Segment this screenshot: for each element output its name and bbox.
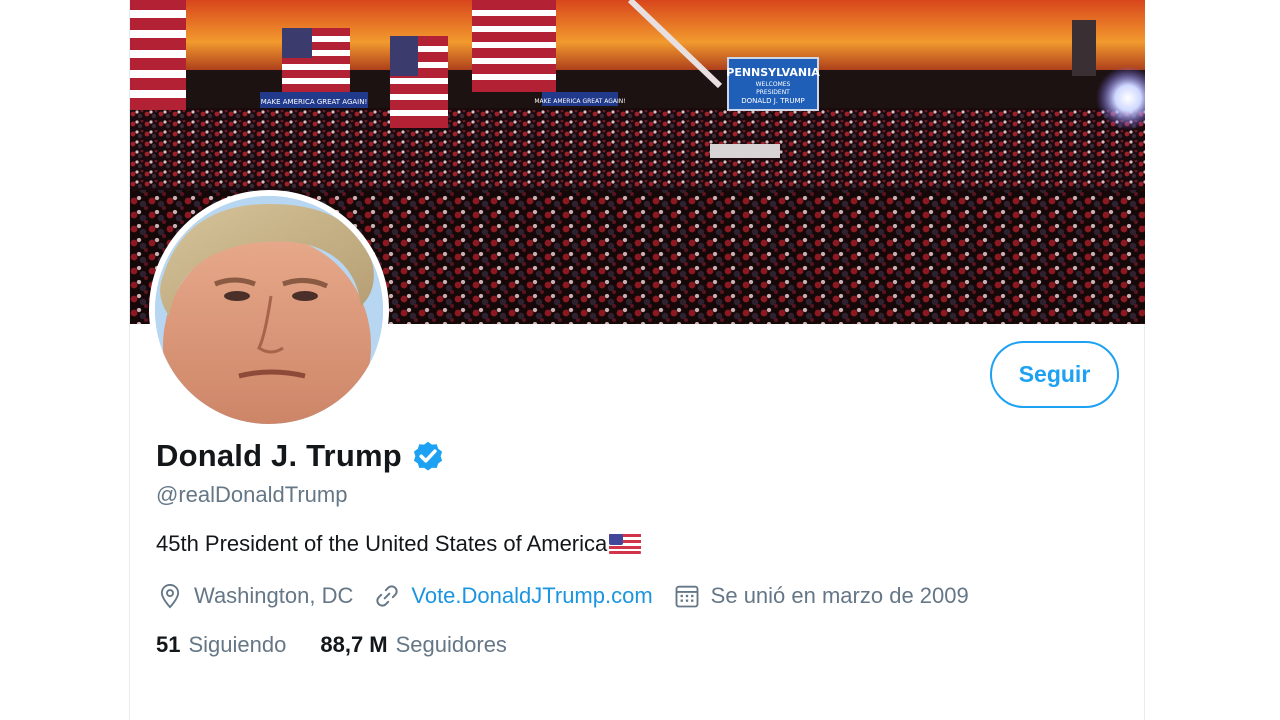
- calendar-icon: [675, 585, 699, 608]
- follow-button[interactable]: Seguir: [990, 341, 1119, 408]
- profile-name: Donald J. Trump: [156, 438, 402, 473]
- us-flag-icon: [609, 534, 642, 554]
- profile-name-row: Donald J. Trump: [156, 438, 446, 474]
- joined-item: Se unió en marzo de 2009: [673, 582, 969, 610]
- followers-stat[interactable]: 88,7 M Seguidores: [320, 632, 507, 658]
- jumbotron-line3: PRESIDENT: [756, 89, 790, 96]
- followers-count: 88,7 M: [320, 632, 388, 657]
- profile-meta: Washington, DC Vote.DonaldJTrump.com Se …: [156, 578, 989, 614]
- link-icon: [376, 585, 399, 607]
- followers-label: Seguidores: [395, 632, 507, 657]
- website-item: Vote.DonaldJTrump.com: [373, 582, 653, 610]
- location-pin-icon: [160, 583, 180, 609]
- location-text: Washington, DC: [194, 583, 354, 608]
- jumbotron-line2: WELCOMES: [756, 81, 791, 88]
- banner-left-text: MAKE AMERICA GREAT AGAIN!: [261, 98, 368, 106]
- jumbotron-line4: DONALD J. TRUMP: [741, 97, 804, 105]
- profile-bio: 45th President of the United States of A…: [156, 531, 642, 557]
- location-item: Washington, DC: [156, 582, 353, 610]
- website-link[interactable]: Vote.DonaldJTrump.com: [411, 583, 652, 609]
- joined-text: Se unió en marzo de 2009: [710, 583, 969, 608]
- following-stat[interactable]: 51 Siguiendo: [156, 632, 286, 658]
- verified-badge-icon: [413, 441, 442, 471]
- avatar-photo: [155, 196, 383, 424]
- jumbotron-title: PENNSYLVANIA: [726, 66, 820, 79]
- bio-text: 45th President of the United States of A…: [156, 531, 608, 556]
- following-label: Siguiendo: [188, 632, 287, 657]
- profile-avatar[interactable]: [149, 190, 389, 430]
- following-count: 51: [156, 632, 181, 657]
- profile-handle: @realDonaldTrump: [156, 482, 348, 507]
- profile-stats: 51 Siguiendo 88,7 M Seguidores: [156, 632, 541, 658]
- profile-card: MAKE AMERICA GREAT AGAIN! MAKE AMERICA G…: [129, 0, 1145, 720]
- banner-mid-text: MAKE AMERICA GREAT AGAIN!: [534, 98, 625, 105]
